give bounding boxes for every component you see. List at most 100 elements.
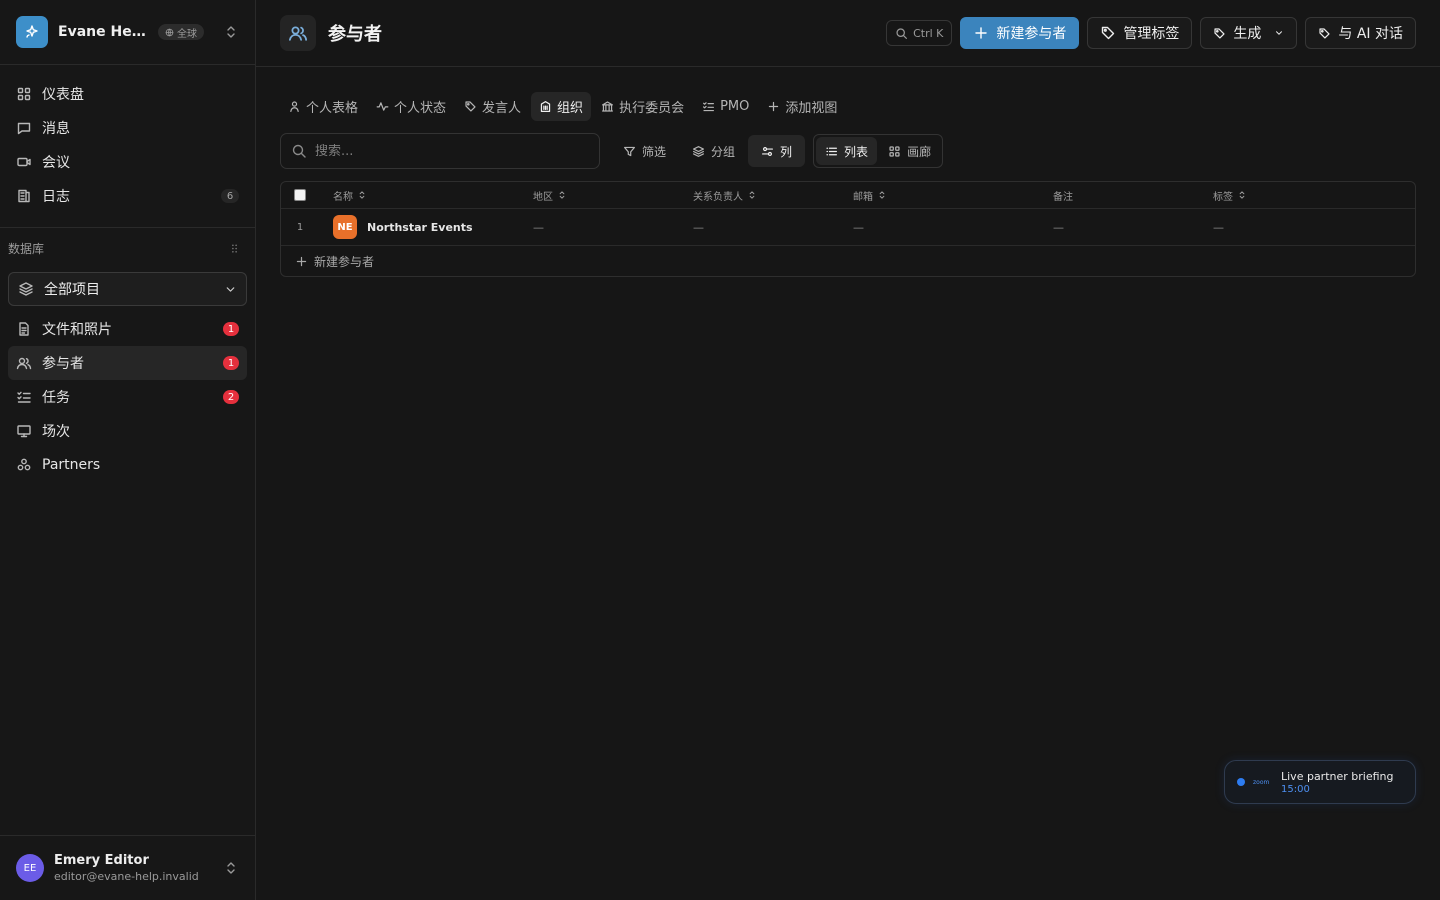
workspace-name: Evane Help ...	[58, 24, 150, 40]
settings-sliders-icon	[762, 146, 774, 156]
column-header-relationship-owner[interactable]: 关系负责人	[679, 188, 839, 203]
tab-personal-status[interactable]: 个人状态	[368, 92, 454, 121]
tab-personal-table[interactable]: 个人表格	[280, 92, 366, 121]
sort-icon	[879, 191, 885, 199]
sparkle-icon	[26, 25, 38, 38]
column-header-notes[interactable]: 备注	[1039, 188, 1199, 203]
db-item-files[interactable]: 文件和照片 1	[8, 312, 247, 346]
columns-button[interactable]: 列	[748, 135, 806, 167]
search-input[interactable]	[315, 143, 575, 159]
database-section-header: 数据库	[0, 228, 255, 268]
checklist-icon	[703, 102, 715, 112]
table-toolbar: 筛选 分组 列 列表 画廊	[280, 133, 944, 169]
tab-organizations[interactable]: 组织	[531, 92, 592, 121]
db-item-label: Partners	[42, 457, 101, 473]
workspace-header[interactable]: Evane Help ... 全球	[0, 0, 255, 65]
db-item-tasks[interactable]: 任务 2	[8, 380, 247, 414]
cell-tags[interactable]: —	[1199, 221, 1359, 234]
workspace-region-badge: 全球	[158, 24, 204, 40]
project-select[interactable]: 全部项目	[8, 272, 247, 306]
plus-icon	[769, 101, 779, 112]
cell-region[interactable]: —	[519, 221, 679, 234]
org-avatar: NE	[333, 215, 357, 239]
layers-icon	[19, 282, 33, 296]
list-icon	[826, 147, 838, 155]
workspace-badge-label: 全球	[177, 28, 197, 40]
table-header-row: 名称 地区 关系负责人 邮箱 备注 标签	[281, 182, 1415, 209]
page-title: 参与者	[328, 24, 382, 45]
activity-icon	[376, 102, 389, 111]
meeting-reminder-toast[interactable]: zoom Live partner briefing 15:00	[1224, 760, 1416, 804]
tag-icon	[1319, 27, 1330, 39]
filter-button[interactable]: 筛选	[610, 135, 679, 167]
column-header-name[interactable]: 名称	[319, 188, 519, 203]
nav-item-dashboard[interactable]: 仪表盘	[8, 77, 247, 111]
ai-chat-button[interactable]: 与 AI 对话	[1305, 17, 1416, 49]
column-header-region[interactable]: 地区	[519, 188, 679, 203]
nav-item-label: 仪表盘	[42, 87, 84, 103]
nav-item-log[interactable]: 日志 6	[8, 179, 247, 213]
header-actions: Ctrl K 新建参与者 管理标签 生成 与 AI 对话	[886, 17, 1416, 49]
video-icon	[17, 157, 31, 167]
group-button[interactable]: 分组	[679, 135, 748, 167]
cell-relationship-owner[interactable]: —	[679, 221, 839, 234]
column-header-tags[interactable]: 标签	[1199, 188, 1359, 203]
gallery-view-toggle[interactable]: 画廊	[879, 137, 940, 165]
cell-notes[interactable]: —	[1039, 221, 1199, 234]
layout-switcher: 列表 画廊	[813, 134, 944, 168]
user-email: editor@evane-help.invalid	[54, 870, 199, 883]
db-item-participants[interactable]: 参与者 1	[8, 346, 247, 380]
search-box	[280, 133, 600, 169]
database-section-title: 数据库	[8, 241, 45, 256]
add-participant-row[interactable]: 新建参与者	[281, 246, 1415, 276]
avatar: EE	[16, 854, 44, 882]
building-icon	[540, 101, 551, 112]
tab-pmo[interactable]: PMO	[694, 92, 757, 121]
sort-icon	[749, 191, 755, 199]
tasks-icon	[17, 391, 31, 403]
db-item-partners[interactable]: Partners	[8, 448, 247, 482]
project-select-value: 全部项目	[44, 282, 100, 298]
nav-item-messages[interactable]: 消息	[8, 111, 247, 145]
add-view-button[interactable]: 添加视图	[759, 92, 845, 121]
message-icon	[17, 122, 31, 135]
cell-email[interactable]: —	[839, 221, 1039, 234]
drag-handle-icon[interactable]	[228, 242, 241, 255]
nav-item-label: 消息	[42, 121, 70, 137]
zoom-logo: zoom	[1253, 778, 1270, 786]
new-participant-button[interactable]: 新建参与者	[960, 17, 1080, 49]
sort-icon	[1239, 191, 1245, 199]
user-menu-switch-icon[interactable]	[223, 860, 239, 876]
tab-speakers[interactable]: 发言人	[456, 92, 529, 121]
partners-icon	[17, 458, 31, 471]
view-tabs: 个人表格 个人状态 发言人 组织 执行委员会 PMO 添加视图	[280, 92, 845, 121]
user-name: Emery Editor	[54, 853, 149, 868]
table-row[interactable]: 1 NE Northstar Events — — — — —	[281, 209, 1415, 246]
db-item-label: 场次	[42, 424, 70, 440]
cell-name[interactable]: NE Northstar Events	[319, 215, 519, 239]
person-icon	[290, 101, 299, 112]
manage-tags-button[interactable]: 管理标签	[1087, 17, 1193, 49]
generate-button[interactable]: 生成	[1200, 17, 1298, 49]
tag-icon	[465, 101, 476, 112]
command-search-button[interactable]: Ctrl K	[886, 20, 953, 46]
log-count-badge: 6	[221, 189, 239, 203]
db-item-sessions[interactable]: 场次	[8, 414, 247, 448]
log-icon	[18, 189, 30, 203]
search-icon	[292, 144, 306, 158]
row-number: 1	[296, 221, 304, 233]
org-name: Northstar Events	[367, 220, 473, 234]
list-view-toggle[interactable]: 列表	[816, 137, 878, 165]
grid-icon	[889, 145, 900, 157]
nav-item-meetings[interactable]: 会议	[8, 145, 247, 179]
plus-icon	[975, 27, 988, 39]
users-icon	[16, 357, 32, 370]
sort-icon	[559, 191, 565, 199]
workspace-switch-icon[interactable]	[223, 24, 239, 40]
tab-executive-committee[interactable]: 执行委员会	[593, 92, 692, 121]
user-profile[interactable]: EE Emery Editor editor@evane-help.invali…	[0, 835, 255, 900]
database-list: 文件和照片 1 参与者 1 任务 2 场次 Partners	[0, 312, 255, 482]
bank-icon	[602, 101, 614, 112]
column-header-email[interactable]: 邮箱	[839, 188, 1039, 203]
select-all-checkbox[interactable]	[294, 189, 306, 201]
